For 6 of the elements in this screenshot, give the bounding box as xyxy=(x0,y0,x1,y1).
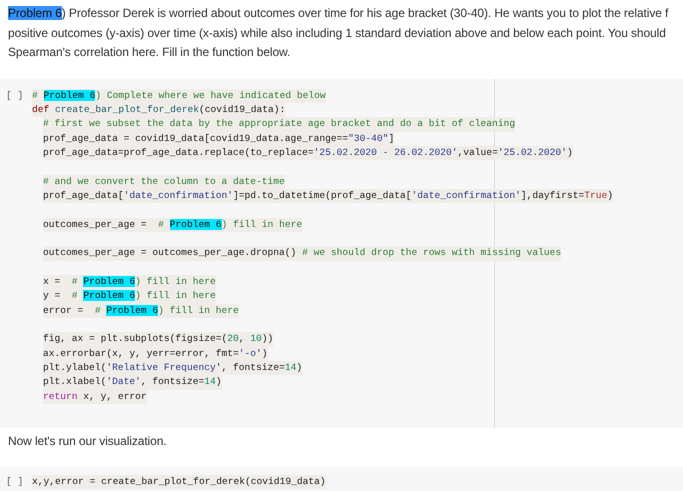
paragraph-line: positive outcomes (y-axis) over time (x-axis) while also including 1 standard deviation above and below each point. You should xyxy=(8,24,666,42)
run-cell-button[interactable]: [ ] xyxy=(0,88,32,103)
run-cell-button[interactable]: [ ] xyxy=(0,474,32,489)
paragraph-line: Now let's run our visualization. xyxy=(8,433,166,450)
paragraph-line: Problem 6) Professor Derek is worried about outcomes over time for his age bracket (30-40). He wants you to plot the relative f xyxy=(8,5,668,22)
paragraph-line: Spearman's correlation here. Fill in the function below. xyxy=(8,44,290,61)
